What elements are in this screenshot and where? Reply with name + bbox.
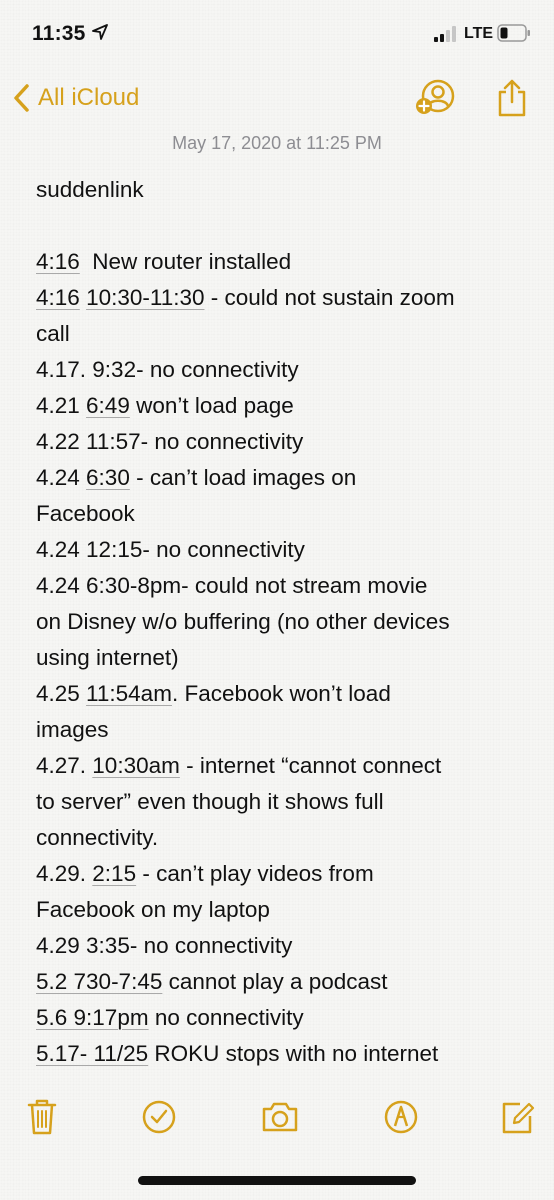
note-link-text[interactable]: 4:16 (36, 285, 80, 310)
note-text: 4.24 6:30-8pm- could not stream movie (36, 573, 428, 598)
compose-icon[interactable] (498, 1095, 538, 1139)
back-button-label: All iCloud (38, 84, 140, 111)
note-line: 4.29 3:35- no connectivity (36, 928, 536, 964)
note-text: - can’t play videos from (136, 861, 374, 886)
note-link-text[interactable]: 5.17- 11/25 (36, 1041, 148, 1066)
note-text: 4.17. 9:32- no connectivity (36, 357, 299, 382)
signal-bars-icon (434, 26, 456, 42)
note-line: to server” even though it shows full (36, 784, 536, 820)
note-line: 4.22 11:57- no connectivity (36, 424, 536, 460)
note-text: - internet “cannot connect (179, 753, 442, 778)
note-text: 4.29. (36, 861, 93, 886)
note-text: - can’t load images on (129, 465, 357, 490)
note-text: 4.27. (36, 753, 93, 778)
note-line: suddenlink (36, 172, 536, 208)
note-text: no connectivity (148, 1005, 304, 1030)
status-bar: 11:35 LTE (0, 0, 554, 70)
note-text: images (36, 717, 109, 742)
note-link-text[interactable]: 6:30 (86, 465, 130, 490)
note-link-text[interactable]: 2:15 (92, 861, 136, 886)
camera-icon[interactable] (260, 1095, 300, 1139)
note-text: cannot play a podcast (162, 969, 388, 994)
bottom-toolbar (0, 1095, 554, 1145)
back-button[interactable]: All iCloud (12, 80, 139, 116)
note-text: suddenlink (36, 177, 144, 202)
location-arrow-icon (92, 24, 108, 40)
note-text: 4.29 3:35- no connectivity (36, 933, 293, 958)
note-link-text[interactable]: 6:49 (86, 393, 130, 418)
note-text: 4.25 (36, 681, 87, 706)
note-line: 4.17. 9:32- no connectivity (36, 352, 536, 388)
note-text: call (36, 321, 70, 346)
note-line: 4.21 6:49 won’t load page (36, 388, 536, 424)
note-line: 4:16 10:30-11:30 - could not sustain zoo… (36, 280, 536, 316)
note-text: won’t load page (129, 393, 294, 418)
home-indicator (138, 1176, 416, 1185)
status-time: 11:35 (32, 22, 86, 45)
note-text: New router installed (79, 249, 292, 274)
note-line: call (36, 316, 536, 352)
note-text: 4.21 (36, 393, 87, 418)
trash-icon[interactable] (22, 1095, 62, 1139)
note-link-text[interactable]: 4:16 (36, 249, 80, 274)
note-link-text[interactable]: 10:30-11:30 (86, 285, 204, 310)
note-line: connectivity. (36, 820, 536, 856)
note-line: 4:16 New router installed (36, 244, 536, 280)
note-line: images (36, 712, 536, 748)
note-line: 5.2 730-7:45 cannot play a podcast (36, 964, 536, 1000)
network-label: LTE (464, 25, 494, 42)
note-line: on Disney w/o buffering (no other device… (36, 604, 536, 640)
note-text: Facebook (36, 501, 135, 526)
note-text: on Disney w/o buffering (no other device… (36, 609, 450, 634)
note-line: 4.27. 10:30am - internet “cannot connect (36, 748, 536, 784)
note-line: using internet) (36, 640, 536, 676)
note-date: May 17, 2020 at 11:25 PM (172, 133, 382, 153)
note-line: Facebook (36, 496, 536, 532)
share-icon[interactable] (496, 78, 528, 118)
note-text: 4.22 11:57- no connectivity (36, 429, 304, 454)
battery-icon (497, 24, 530, 42)
note-text: 4.24 (36, 465, 87, 490)
note-line: 4.24 12:15- no connectivity (36, 532, 536, 568)
note-text: . Facebook won’t load (171, 681, 391, 706)
note-line (36, 208, 536, 244)
note-text: using internet) (36, 645, 179, 670)
note-text: to server” even though it shows full (36, 789, 384, 814)
note-line: 4.25 11:54am. Facebook won’t load (36, 676, 536, 712)
add-person-icon[interactable] (413, 78, 457, 118)
note-text: ROKU stops with no internet (148, 1041, 439, 1066)
markup-icon[interactable] (381, 1095, 421, 1139)
note-body[interactable]: suddenlink 4:16 New router installed 4:16 … (36, 172, 536, 1072)
note-text: - could not sustain zoom (204, 285, 455, 310)
note-link-text[interactable]: 11:54am (86, 681, 172, 706)
note-line: 5.17- 11/25 ROKU stops with no internet (36, 1036, 536, 1072)
note-text: Facebook on my laptop (36, 897, 270, 922)
note-line: 5.6 9:17pm no connectivity (36, 1000, 536, 1036)
note-line: 4.24 6:30-8pm- could not stream movie (36, 568, 536, 604)
note-text: 4.24 12:15- no connectivity (36, 537, 305, 562)
checklist-icon[interactable] (139, 1095, 179, 1139)
note-link-text[interactable]: 5.6 9:17pm (36, 1005, 149, 1030)
note-text: connectivity. (36, 825, 159, 850)
note-line: Facebook on my laptop (36, 892, 536, 928)
note-line: 4.29. 2:15 - can’t play videos from (36, 856, 536, 892)
note-line: 4.24 6:30 - can’t load images on (36, 460, 536, 496)
note-link-text[interactable]: 10:30am (92, 753, 180, 778)
note-link-text[interactable]: 5.2 730-7:45 (36, 969, 162, 994)
chevron-left-icon (14, 84, 29, 112)
